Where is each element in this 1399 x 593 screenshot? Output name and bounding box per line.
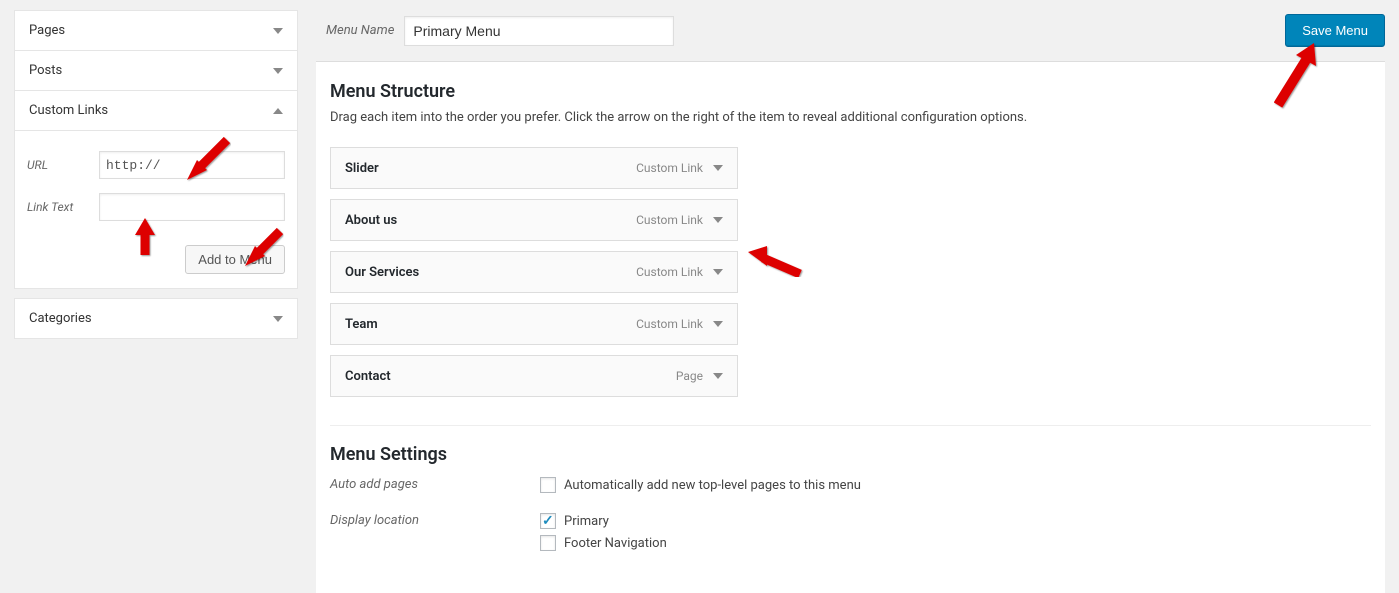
menu-settings-heading: Menu Settings bbox=[330, 444, 1371, 465]
url-label: URL bbox=[27, 158, 99, 172]
panel-pages-label: Pages bbox=[29, 23, 65, 38]
display-location-label: Display location bbox=[330, 513, 540, 528]
chevron-down-icon bbox=[273, 28, 283, 34]
menu-item[interactable]: Our Services Custom Link bbox=[330, 251, 738, 293]
menu-item-title: About us bbox=[345, 213, 397, 228]
auto-add-text: Automatically add new top-level pages to… bbox=[564, 478, 861, 493]
panel-posts[interactable]: Posts bbox=[15, 51, 297, 90]
location-label: Footer Navigation bbox=[564, 536, 667, 551]
menu-item[interactable]: Slider Custom Link bbox=[330, 147, 738, 189]
menu-item[interactable]: Team Custom Link bbox=[330, 303, 738, 345]
menu-item-title: Our Services bbox=[345, 265, 419, 280]
menu-item-type: Custom Link bbox=[636, 161, 703, 175]
panel-categories-label: Categories bbox=[29, 311, 92, 326]
panel-custom-links[interactable]: Custom Links bbox=[15, 91, 297, 130]
menu-structure-heading: Menu Structure bbox=[330, 81, 1371, 102]
chevron-down-icon[interactable] bbox=[713, 165, 723, 171]
auto-add-pages-label: Auto add pages bbox=[330, 477, 540, 492]
location-label: Primary bbox=[564, 514, 609, 529]
menu-item-title: Contact bbox=[345, 369, 391, 384]
link-text-input[interactable] bbox=[99, 193, 285, 221]
display-location-option[interactable]: Footer Navigation bbox=[540, 535, 667, 551]
panel-pages[interactable]: Pages bbox=[15, 11, 297, 50]
save-menu-button[interactable]: Save Menu bbox=[1285, 14, 1385, 47]
chevron-down-icon bbox=[273, 316, 283, 322]
menu-item[interactable]: About us Custom Link bbox=[330, 199, 738, 241]
custom-links-body: URL Link Text Add to Menu bbox=[15, 130, 297, 288]
panel-custom-links-label: Custom Links bbox=[29, 103, 108, 118]
menu-item-type: Custom Link bbox=[636, 317, 703, 331]
add-to-menu-button[interactable]: Add to Menu bbox=[185, 245, 285, 274]
auto-add-checkbox[interactable] bbox=[540, 477, 556, 493]
menu-name-label: Menu Name bbox=[326, 23, 394, 38]
panel-posts-label: Posts bbox=[29, 63, 62, 78]
menu-item-title: Slider bbox=[345, 161, 379, 176]
chevron-down-icon bbox=[273, 68, 283, 74]
location-checkbox[interactable] bbox=[540, 513, 556, 529]
menu-item-title: Team bbox=[345, 317, 378, 332]
panel-categories[interactable]: Categories bbox=[15, 299, 297, 338]
menu-name-input[interactable] bbox=[404, 16, 674, 46]
chevron-up-icon bbox=[273, 108, 283, 114]
menu-item-type: Custom Link bbox=[636, 213, 703, 227]
menu-item-type: Page bbox=[676, 369, 703, 383]
chevron-down-icon[interactable] bbox=[713, 217, 723, 223]
menu-structure-description: Drag each item into the order you prefer… bbox=[330, 110, 1371, 125]
url-input[interactable] bbox=[99, 151, 285, 179]
location-checkbox[interactable] bbox=[540, 535, 556, 551]
menu-item-type: Custom Link bbox=[636, 265, 703, 279]
menu-item[interactable]: Contact Page bbox=[330, 355, 738, 397]
display-location-option[interactable]: Primary bbox=[540, 513, 667, 529]
chevron-down-icon[interactable] bbox=[713, 321, 723, 327]
auto-add-option[interactable]: Automatically add new top-level pages to… bbox=[540, 477, 861, 493]
chevron-down-icon[interactable] bbox=[713, 373, 723, 379]
chevron-down-icon[interactable] bbox=[713, 269, 723, 275]
link-text-label: Link Text bbox=[27, 200, 99, 214]
